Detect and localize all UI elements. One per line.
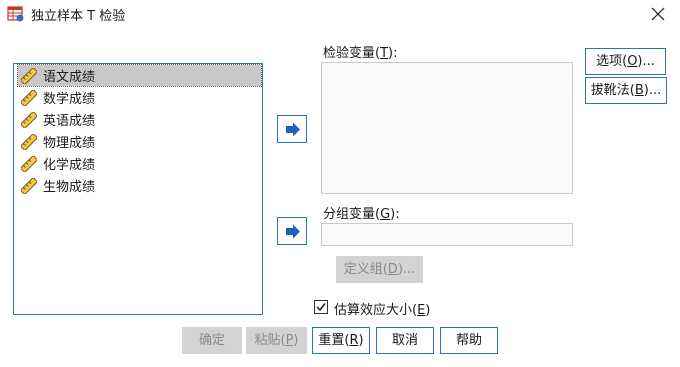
reset-button[interactable]: 重置(R) xyxy=(312,327,370,354)
close-icon xyxy=(651,7,665,21)
scale-ruler-icon xyxy=(21,133,37,150)
scale-ruler-icon xyxy=(21,111,37,128)
paste-button[interactable]: 粘贴(P) xyxy=(246,327,307,354)
spss-dialog-icon xyxy=(7,5,25,23)
define-groups-button[interactable]: 定义组(D)... xyxy=(336,256,423,283)
variable-label: 化学成绩 xyxy=(43,158,96,173)
variable-item-math[interactable]: 数学成绩 xyxy=(18,87,261,108)
help-button[interactable]: 帮助 xyxy=(440,327,498,354)
window-title: 独立样本 T 检验 xyxy=(31,9,126,24)
effect-size-checkbox[interactable] xyxy=(314,300,328,314)
variable-label: 语文成绩 xyxy=(43,70,96,85)
title-bar: 独立样本 T 检验 xyxy=(0,0,680,28)
source-variable-list[interactable]: 语文成绩 数学成绩 英语成绩 物理成绩 化学成绩 生物成绩 xyxy=(13,63,263,315)
ok-button[interactable]: 确定 xyxy=(182,327,242,354)
close-button[interactable] xyxy=(636,0,680,28)
grouping-variable-field[interactable] xyxy=(321,223,573,246)
bootstrap-button[interactable]: 拔靴法(B)... xyxy=(585,77,667,104)
variable-item-physics[interactable]: 物理成绩 xyxy=(18,131,261,152)
options-button[interactable]: 选项(O)... xyxy=(585,48,666,75)
variable-item-chinese[interactable]: 语文成绩 xyxy=(17,64,262,87)
arrow-right-icon xyxy=(286,224,300,239)
grouping-variable-label: 分组变量(G): xyxy=(323,207,400,222)
test-variables-label: 检验变量(T): xyxy=(323,46,398,61)
checkmark-icon xyxy=(316,303,326,312)
variable-label: 数学成绩 xyxy=(43,92,96,107)
scale-ruler-icon xyxy=(21,89,37,106)
move-to-test-variables-button[interactable] xyxy=(277,115,307,143)
variable-label: 生物成绩 xyxy=(43,180,96,195)
scale-ruler-icon xyxy=(21,177,37,194)
cancel-button[interactable]: 取消 xyxy=(376,327,434,354)
move-to-grouping-variable-button[interactable] xyxy=(277,217,307,245)
effect-size-label: 估算效应大小(E) xyxy=(334,303,431,318)
variable-item-biology[interactable]: 生物成绩 xyxy=(18,175,261,196)
variable-item-chemistry[interactable]: 化学成绩 xyxy=(18,153,261,174)
variable-label: 物理成绩 xyxy=(43,136,96,151)
arrow-right-icon xyxy=(286,122,300,137)
test-variables-list[interactable] xyxy=(321,62,573,194)
scale-ruler-icon xyxy=(21,67,37,84)
variable-item-english[interactable]: 英语成绩 xyxy=(18,109,261,130)
variable-label: 英语成绩 xyxy=(43,114,96,129)
scale-ruler-icon xyxy=(21,155,37,172)
